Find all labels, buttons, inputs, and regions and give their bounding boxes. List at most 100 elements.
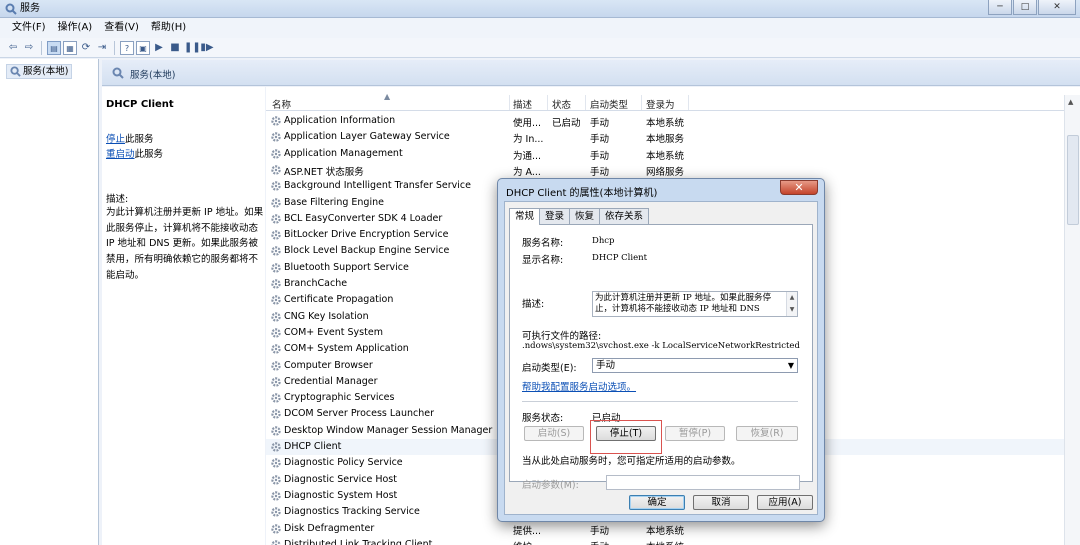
services-gear-icon bbox=[112, 67, 124, 79]
service-name-cell: Desktop Window Manager Session Manager bbox=[284, 424, 493, 436]
tab-general[interactable]: 常规 bbox=[509, 208, 541, 225]
service-desc-cell: 为 In... bbox=[513, 134, 544, 146]
service-name-cell: Diagnostic Service Host bbox=[284, 473, 397, 485]
service-logon-cell: 本地服务 bbox=[646, 134, 685, 146]
scroll-up-icon[interactable]: ▲ bbox=[1068, 98, 1073, 106]
service-name-value: Dhcp bbox=[592, 236, 615, 246]
startup-type-select[interactable]: 手动 ▼ bbox=[592, 358, 798, 373]
service-gear-icon bbox=[271, 377, 281, 387]
column-header-description[interactable]: 描述 bbox=[513, 97, 532, 111]
properties-icon[interactable]: ▦ bbox=[63, 40, 77, 55]
service-name-cell: Application Management bbox=[284, 147, 403, 159]
stop-icon[interactable]: ■ bbox=[168, 41, 182, 55]
service-startup-cell: 手动 bbox=[590, 134, 610, 146]
table-row[interactable]: Disk Defragmenter 提供... 手动 本地系统 bbox=[266, 521, 1066, 537]
start-params-input[interactable] bbox=[606, 475, 800, 490]
service-gear-icon bbox=[271, 262, 281, 273]
main-header-title: 服务(本地) bbox=[130, 70, 176, 81]
services-gear-icon bbox=[5, 3, 17, 15]
stop-button[interactable]: 停止(T) bbox=[596, 426, 656, 441]
sort-ascending-icon: ▲ bbox=[384, 92, 391, 101]
restart-icon[interactable]: ▮▶ bbox=[200, 41, 214, 55]
column-header-startup-type[interactable]: 启动类型 bbox=[590, 97, 628, 111]
minimize-button[interactable]: ─ bbox=[988, 0, 1012, 15]
pause-button[interactable]: 暂停(P) bbox=[665, 426, 725, 441]
display-name-value: DHCP Client bbox=[592, 253, 648, 263]
tree-node-services-local[interactable]: 服务(本地) bbox=[6, 64, 73, 79]
column-divider[interactable] bbox=[509, 95, 510, 110]
ok-button[interactable]: 确定 bbox=[629, 495, 685, 510]
menu-action[interactable]: 操作(A) bbox=[52, 18, 99, 38]
pause-icon[interactable]: ❚❚ bbox=[184, 41, 201, 55]
service-gear-icon bbox=[271, 165, 281, 175]
service-name-cell: Diagnostic System Host bbox=[284, 489, 398, 501]
tab-logon[interactable]: 登录 bbox=[539, 208, 571, 224]
export-icon[interactable]: ⇥ bbox=[95, 41, 109, 55]
service-name-cell: Bluetooth Support Service bbox=[284, 261, 409, 273]
tab-recovery[interactable]: 恢复 bbox=[569, 208, 601, 224]
tab-dependencies[interactable]: 依存关系 bbox=[599, 208, 650, 224]
close-button[interactable]: ✕ bbox=[1038, 0, 1076, 15]
start-button[interactable]: 启动(S) bbox=[524, 426, 584, 441]
resume-button[interactable]: 恢复(R) bbox=[736, 426, 798, 441]
column-divider[interactable] bbox=[585, 95, 586, 110]
service-startup-cell: 手动 bbox=[590, 150, 610, 162]
service-gear-icon bbox=[271, 181, 281, 191]
service-gear-icon bbox=[271, 279, 281, 289]
service-gear-icon bbox=[271, 458, 281, 468]
column-divider[interactable] bbox=[641, 95, 642, 110]
column-divider[interactable] bbox=[688, 95, 689, 110]
table-row[interactable]: Application Management 为通... 手动 本地系统 bbox=[266, 146, 1066, 162]
service-name-cell: Cryptographic Services bbox=[284, 392, 395, 404]
column-divider[interactable] bbox=[547, 95, 548, 110]
table-row[interactable]: ASP.NET 状态服务 为 A... 手动 网络服务 bbox=[266, 162, 1066, 178]
title-bar: 服务 ─ □ ✕ bbox=[0, 0, 1080, 18]
service-startup-cell: 手动 bbox=[590, 166, 610, 178]
executable-path-label: 可执行文件的路径: bbox=[522, 331, 602, 342]
column-header-status[interactable]: 状态 bbox=[552, 97, 571, 111]
table-row[interactable]: Application Information 使用... 已启动 手动 本地系统 bbox=[266, 113, 1066, 129]
services-window: 服务 ─ □ ✕ 文件(F) 操作(A) 查看(V) 帮助(H) ⇦ ⇨ ▤ ▦… bbox=[0, 0, 1080, 545]
apply-button[interactable]: 应用(A) bbox=[757, 495, 813, 510]
maximize-button[interactable]: □ bbox=[1013, 0, 1037, 15]
table-row[interactable]: Distributed Link Tracking Client 维护... 手动 本… bbox=[266, 537, 1066, 545]
start-params-hint: 当从此处启动服务时，您可指定所适用的启动参数。 bbox=[522, 456, 741, 467]
service-desc-cell: 提供... bbox=[513, 525, 542, 537]
dialog-close-button[interactable]: ✕ bbox=[780, 180, 818, 195]
column-header-row: ▲ 名称 描述 状态 启动类型 登录为 bbox=[266, 92, 1066, 111]
cancel-button[interactable]: 取消 bbox=[693, 495, 749, 510]
stop-service-link-row: 停止此服务 bbox=[106, 131, 154, 145]
service-gear-icon bbox=[271, 246, 281, 257]
start-params-label: 启动参数(M): bbox=[522, 480, 579, 491]
forward-arrow-icon[interactable]: ⇨ bbox=[22, 41, 36, 55]
play-icon[interactable]: ▶ bbox=[152, 41, 166, 55]
scrollbar-thumb[interactable] bbox=[1067, 135, 1079, 225]
service-logon-cell: 本地系统 bbox=[646, 525, 685, 537]
restart-service-link[interactable]: 重启动 bbox=[106, 149, 135, 160]
service-name-cell: Application Layer Gateway Service bbox=[284, 131, 450, 143]
service-startup-cell: 手动 bbox=[590, 118, 610, 129]
console-icon[interactable]: ▣ bbox=[136, 40, 150, 55]
service-name-cell: Distributed Link Tracking Client bbox=[284, 538, 433, 545]
vertical-scrollbar[interactable]: ▲ bbox=[1064, 95, 1080, 545]
column-header-logon[interactable]: 登录为 bbox=[646, 97, 675, 111]
menu-file[interactable]: 文件(F) bbox=[6, 18, 52, 38]
help-icon[interactable]: ? bbox=[120, 40, 134, 55]
dialog-description-textbox[interactable]: 为此计算机注册并更新 IP 地址。如果此服务停止，计算机将不能接收动态 IP 地… bbox=[592, 291, 798, 317]
show-tree-icon[interactable]: ▤ bbox=[47, 40, 61, 55]
help-configure-link[interactable]: 帮助我配置服务启动选项。 bbox=[522, 379, 636, 393]
service-name-cell: COM+ Event System bbox=[284, 326, 383, 338]
table-row[interactable]: Application Layer Gateway Service 为 In...… bbox=[266, 129, 1066, 145]
menu-view[interactable]: 查看(V) bbox=[98, 18, 145, 38]
back-arrow-icon[interactable]: ⇦ bbox=[6, 41, 20, 55]
description-scrollbar[interactable]: ▲ ▼ bbox=[786, 292, 797, 316]
service-name-label: 服务名称: bbox=[522, 238, 564, 249]
executable-path-value: .ndows\system32\svchost.exe -k LocalServ… bbox=[522, 341, 800, 351]
menu-help[interactable]: 帮助(H) bbox=[145, 18, 192, 38]
column-header-name[interactable]: 名称 bbox=[272, 97, 291, 111]
refresh-icon[interactable]: ⟳ bbox=[79, 41, 93, 55]
stop-service-suffix: 此服务 bbox=[125, 134, 154, 145]
service-name-cell: Background Intelligent Transfer Service bbox=[284, 180, 471, 192]
stop-service-link[interactable]: 停止 bbox=[106, 134, 125, 145]
dialog-tabs: 常规 登录 恢复 依存关系 bbox=[509, 208, 650, 225]
